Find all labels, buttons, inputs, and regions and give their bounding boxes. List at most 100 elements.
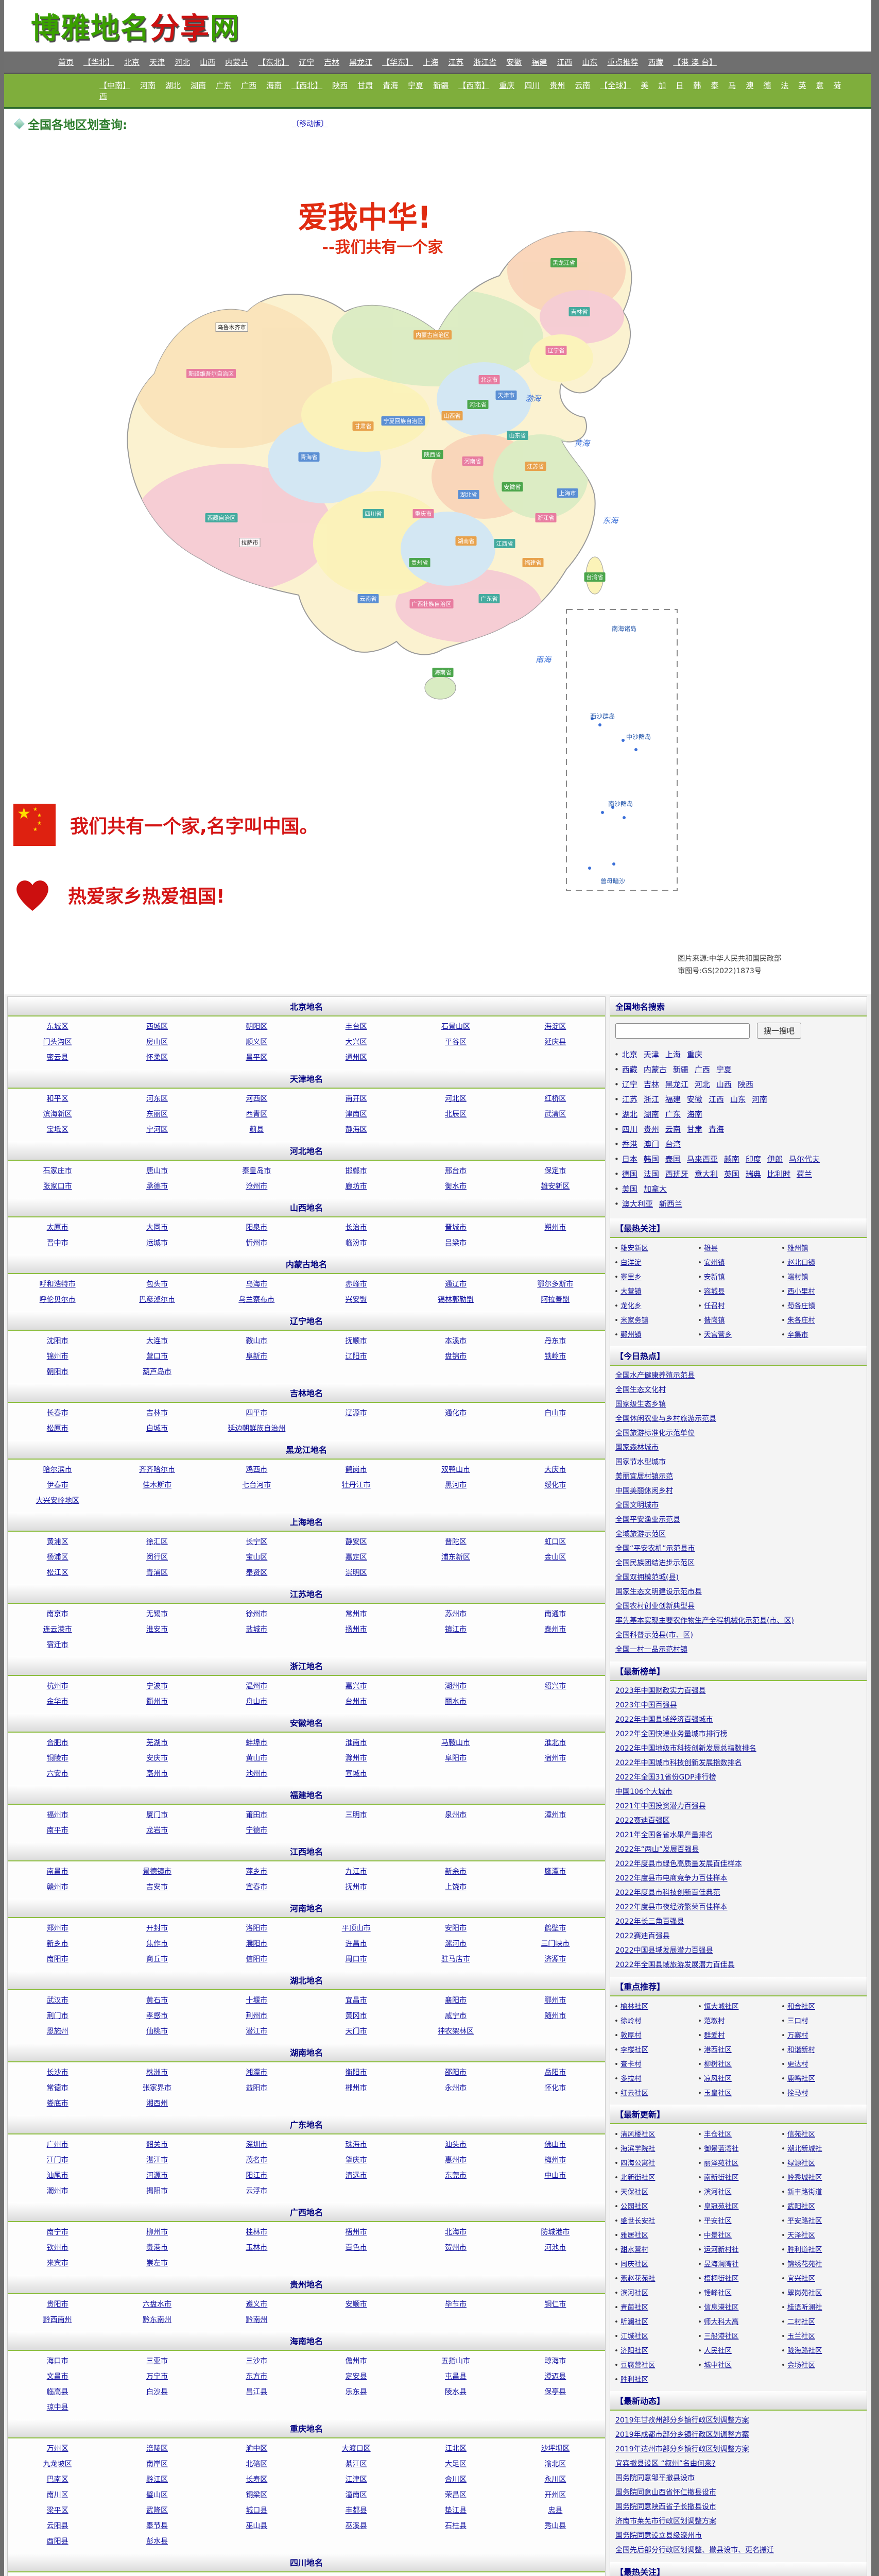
region-link[interactable]: 南京市: [8, 1606, 107, 1621]
sidebar-link[interactable]: 2022年全国快递业务量城市排行榜: [615, 1730, 728, 1738]
region-link[interactable]: 荣昌区: [406, 2487, 505, 2502]
region-link[interactable]: 潜江市: [207, 2023, 306, 2039]
region-link[interactable]: 吕梁市: [406, 1235, 505, 1250]
sidebar-link[interactable]: 三口村: [787, 2017, 808, 2025]
region-link[interactable]: 忠县: [506, 2502, 605, 2518]
sidebar-link[interactable]: 翠岗苑社区: [787, 2289, 822, 2297]
region-link[interactable]: 安顺市: [306, 2296, 406, 2312]
sidebar-link[interactable]: 2023年中国财政实力百强县: [615, 1687, 706, 1695]
region-link[interactable]: 杨浦区: [8, 1549, 107, 1565]
region-link[interactable]: 保亭县: [506, 2384, 605, 2399]
region-link[interactable]: 和平区: [8, 1091, 107, 1106]
region-link[interactable]: 石家庄市: [8, 1163, 107, 1178]
region-link[interactable]: 梧州市: [306, 2224, 406, 2240]
region-link[interactable]: 潼南区: [306, 2487, 406, 2502]
region-link[interactable]: 郑州市: [8, 1920, 107, 1936]
sidebar-link[interactable]: 北新街社区: [621, 2174, 656, 2182]
region-link[interactable]: 包头市: [107, 1276, 206, 1292]
region-link[interactable]: 屯昌县: [406, 2368, 505, 2384]
sidebar-link[interactable]: 万寨村: [787, 2031, 808, 2040]
region-link[interactable]: 安庆市: [107, 1750, 206, 1766]
region-link[interactable]: 信阳市: [207, 1951, 306, 1967]
nav-link[interactable]: 福建: [531, 58, 547, 67]
region-link[interactable]: 七台河市: [207, 1477, 306, 1493]
region-link[interactable]: 宁波市: [107, 1678, 206, 1693]
region-link[interactable]: 鸡西市: [207, 1462, 306, 1477]
region-link[interactable]: 顺义区: [207, 1034, 306, 1049]
region-link[interactable]: 静安区: [306, 1534, 406, 1549]
region-link[interactable]: 合肥市: [8, 1735, 107, 1750]
nav-link[interactable]: 韩: [693, 81, 701, 90]
sidebar-link[interactable]: 天泽社区: [787, 2231, 815, 2240]
region-link[interactable]: 长沙市: [8, 2064, 107, 2080]
sidebar-link[interactable]: 米家务镇: [621, 1316, 648, 1325]
sidebar-link[interactable]: 同庆社区: [621, 2260, 648, 2268]
region-link[interactable]: 遵义市: [207, 2296, 306, 2312]
sidebar-link[interactable]: 燕赵花苑社: [621, 2275, 656, 2283]
sidebar-link[interactable]: 2019年甘孜州部分乡镇行政区划调整方案: [615, 2416, 749, 2425]
region-link[interactable]: 开州区: [506, 2487, 605, 2502]
region-link[interactable]: 津南区: [306, 1106, 406, 1122]
quick-link[interactable]: 天津: [644, 1050, 659, 1059]
nav-link[interactable]: 泰: [711, 81, 718, 90]
region-link[interactable]: 云阳县: [8, 2518, 107, 2533]
region-link[interactable]: 鹰潭市: [506, 1863, 605, 1879]
region-link[interactable]: 江北区: [406, 2441, 505, 2456]
region-link[interactable]: 石景山区: [406, 1019, 505, 1034]
sidebar-link[interactable]: 盛世长安社: [621, 2217, 656, 2225]
region-link[interactable]: 孝感市: [107, 2008, 206, 2023]
region-link[interactable]: 黄浦区: [8, 1534, 107, 1549]
quick-link[interactable]: 湖南: [644, 1110, 659, 1119]
sidebar-link[interactable]: 中景社区: [704, 2231, 732, 2240]
region-link[interactable]: 彭水县: [107, 2533, 206, 2549]
region-link[interactable]: 赤峰市: [306, 1276, 406, 1292]
quick-link[interactable]: 泰国: [665, 1155, 681, 1164]
region-link[interactable]: 嘉兴市: [306, 1678, 406, 1693]
sidebar-link[interactable]: 锤峰社区: [704, 2289, 732, 2297]
region-link[interactable]: 揭阳市: [107, 2183, 206, 2198]
region-link[interactable]: 鄂州市: [506, 1992, 605, 2008]
region-link[interactable]: 武汉市: [8, 1992, 107, 2008]
nav-link[interactable]: 黑龙江: [349, 58, 372, 67]
region-link[interactable]: 安阳市: [406, 1920, 505, 1936]
sidebar-link[interactable]: 全国文明城市: [615, 1501, 659, 1510]
region-link[interactable]: 怀化市: [506, 2080, 605, 2095]
sidebar-link[interactable]: 信息港社区: [704, 2303, 739, 2312]
region-link[interactable]: 南昌市: [8, 1863, 107, 1879]
region-link[interactable]: 宣城市: [306, 1766, 406, 1781]
region-link[interactable]: 北辰区: [406, 1106, 505, 1122]
nav-link[interactable]: 安徽: [506, 58, 522, 67]
region-link[interactable]: 芜湖市: [107, 1735, 206, 1750]
sidebar-link[interactable]: 全国“平安农机”示范县市: [615, 1545, 695, 1553]
sidebar-link[interactable]: 群爱村: [704, 2031, 725, 2040]
region-link[interactable]: 绍兴市: [506, 1678, 605, 1693]
region-link[interactable]: 巫溪县: [306, 2518, 406, 2533]
region-link[interactable]: 酉阳县: [8, 2533, 107, 2549]
region-link[interactable]: 黑河市: [406, 1477, 505, 1493]
region-link[interactable]: 朔州市: [506, 1219, 605, 1235]
region-link[interactable]: 涪陵区: [107, 2441, 206, 2456]
sidebar-link[interactable]: 2021年全国各省水果产量排名: [615, 1831, 713, 1839]
nav-link[interactable]: 云南: [575, 81, 590, 90]
sidebar-link[interactable]: 更达村: [787, 2060, 808, 2069]
sidebar-link[interactable]: 国家节水型城市: [615, 1458, 666, 1466]
sidebar-link[interactable]: 多拉村: [621, 2075, 642, 2083]
sidebar-link[interactable]: 胜利道社区: [787, 2246, 822, 2254]
region-link[interactable]: 九龙坡区: [8, 2456, 107, 2471]
region-link[interactable]: 松江区: [8, 1565, 107, 1580]
sidebar-link[interactable]: 绿源社区: [787, 2159, 815, 2167]
region-link[interactable]: 福州市: [8, 1807, 107, 1822]
sidebar-link[interactable]: 锦绣花苑社: [787, 2260, 822, 2268]
region-link[interactable]: 伊春市: [8, 1477, 107, 1493]
region-link[interactable]: 河东区: [107, 1091, 206, 1106]
quick-link[interactable]: 海南: [687, 1110, 702, 1119]
nav-link[interactable]: 西藏: [648, 58, 663, 67]
nav-link[interactable]: 青海: [383, 81, 398, 90]
region-link[interactable]: 白沙县: [107, 2384, 206, 2399]
region-link[interactable]: 抚顺市: [306, 1333, 406, 1348]
region-link[interactable]: 濮阳市: [207, 1936, 306, 1951]
region-link[interactable]: 黄山市: [207, 1750, 306, 1766]
quick-link[interactable]: 青海: [709, 1125, 724, 1134]
region-link[interactable]: 六盘水市: [107, 2296, 206, 2312]
sidebar-link[interactable]: 全国休闲农业与乡村旅游示范县: [615, 1415, 716, 1423]
